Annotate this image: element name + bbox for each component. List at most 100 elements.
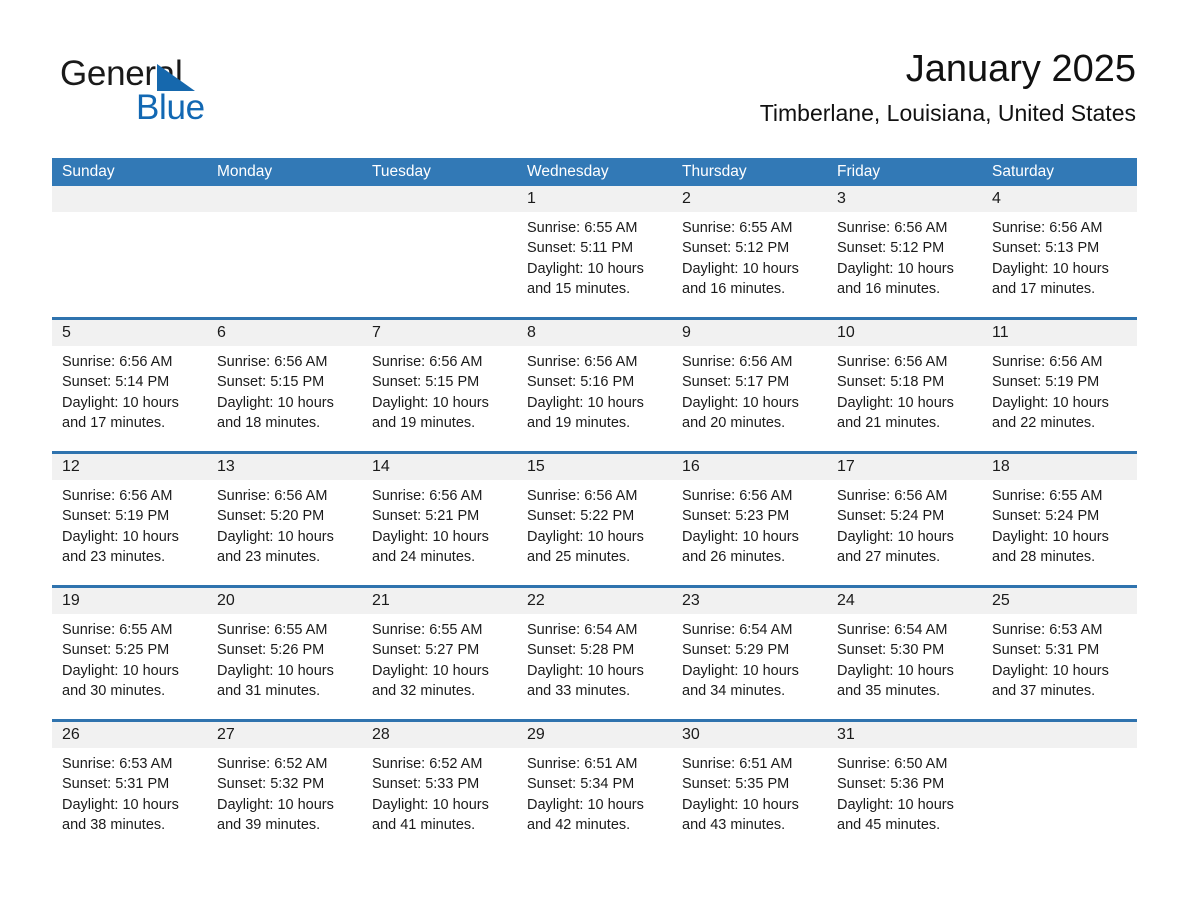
calendar-day-cell[interactable]: 8 Sunrise: 6:56 AM Sunset: 5:16 PM Daylight… (517, 320, 672, 451)
day-details (362, 212, 517, 317)
day-detail-line: Daylight: 10 hours (682, 528, 799, 545)
calendar-day-cell[interactable]: 29 Sunrise: 6:51 AM Sunset: 5:34 PM Dayligh… (517, 722, 672, 853)
generalblue-logo[interactable]: General Blue (60, 54, 330, 134)
calendar-week-cells: 26 Sunrise: 6:53 AM Sunset: 5:31 PM Dayligh… (52, 722, 1137, 853)
calendar-day-cell[interactable]: 20 Sunrise: 6:55 AM Sunset: 5:26 PM Dayligh… (207, 588, 362, 719)
calendar-day-cell[interactable]: 13 Sunrise: 6:56 AM Sunset: 5:20 PM Dayligh… (207, 454, 362, 585)
weekday-header-saturday: Saturday (992, 163, 1055, 180)
day-number-band: 8 (517, 320, 672, 346)
day-detail-line: and 35 minutes. (837, 682, 941, 699)
day-detail-line: Sunrise: 6:53 AM (992, 622, 1103, 638)
day-details: Sunrise: 6:56 AM Sunset: 5:24 PM Daylight:… (827, 480, 982, 585)
day-number-band: 22 (517, 588, 672, 614)
day-detail-line: Daylight: 10 hours (62, 394, 179, 411)
day-detail-line: Daylight: 10 hours (682, 260, 799, 277)
page-header: General Blue January 2025 Timberlane, Lo… (52, 44, 1136, 148)
day-number-band: 13 (207, 454, 362, 480)
calendar-day-cell-empty (52, 186, 207, 317)
calendar-day-cell-empty (207, 186, 362, 317)
day-details: Sunrise: 6:54 AM Sunset: 5:28 PM Daylight:… (517, 614, 672, 719)
day-details (52, 212, 207, 317)
calendar-day-cell[interactable]: 5 Sunrise: 6:56 AM Sunset: 5:14 PM Daylight… (52, 320, 207, 451)
day-number: 18 (992, 458, 1010, 475)
calendar-day-cell[interactable]: 7 Sunrise: 6:56 AM Sunset: 5:15 PM Daylight… (362, 320, 517, 451)
calendar-day-cell[interactable]: 16 Sunrise: 6:56 AM Sunset: 5:23 PM Dayligh… (672, 454, 827, 585)
day-detail-line: Sunset: 5:33 PM (372, 776, 480, 793)
day-number: 16 (682, 458, 700, 475)
day-details: Sunrise: 6:56 AM Sunset: 5:16 PM Daylight:… (517, 346, 672, 451)
calendar-day-cell[interactable]: 17 Sunrise: 6:56 AM Sunset: 5:24 PM Dayligh… (827, 454, 982, 585)
calendar-day-cell[interactable]: 27 Sunrise: 6:52 AM Sunset: 5:32 PM Dayligh… (207, 722, 362, 853)
calendar-day-cell[interactable]: 23 Sunrise: 6:54 AM Sunset: 5:29 PM Dayligh… (672, 588, 827, 719)
day-number-band: 15 (517, 454, 672, 480)
calendar-week-cells: 12 Sunrise: 6:56 AM Sunset: 5:19 PM Dayligh… (52, 454, 1137, 585)
day-detail-line: Daylight: 10 hours (62, 796, 179, 813)
weekday-header-friday: Friday (837, 163, 881, 180)
day-number-band: 9 (672, 320, 827, 346)
day-detail-line: and 42 minutes. (527, 816, 631, 833)
calendar-day-cell[interactable]: 11 Sunrise: 6:56 AM Sunset: 5:19 PM Dayligh… (982, 320, 1137, 451)
calendar-day-cell[interactable]: 14 Sunrise: 6:56 AM Sunset: 5:21 PM Dayligh… (362, 454, 517, 585)
calendar-day-cell[interactable]: 25 Sunrise: 6:53 AM Sunset: 5:31 PM Dayligh… (982, 588, 1137, 719)
day-details (207, 212, 362, 317)
day-number-band: 29 (517, 722, 672, 748)
day-detail-line: Sunrise: 6:56 AM (837, 488, 948, 504)
day-details: Sunrise: 6:56 AM Sunset: 5:12 PM Daylight:… (827, 212, 982, 317)
day-detail-line: Daylight: 10 hours (992, 260, 1109, 277)
calendar-day-cell[interactable]: 24 Sunrise: 6:54 AM Sunset: 5:30 PM Dayligh… (827, 588, 982, 719)
calendar-day-cell[interactable]: 9 Sunrise: 6:56 AM Sunset: 5:17 PM Daylight… (672, 320, 827, 451)
day-number-band: 18 (982, 454, 1137, 480)
day-detail-line: Daylight: 10 hours (217, 528, 334, 545)
day-detail-line: and 21 minutes. (837, 414, 941, 431)
day-detail-line: Sunset: 5:36 PM (837, 776, 945, 793)
day-detail-line: and 41 minutes. (372, 816, 476, 833)
calendar-day-cell-empty (982, 722, 1137, 853)
calendar-day-cell[interactable]: 30 Sunrise: 6:51 AM Sunset: 5:35 PM Dayligh… (672, 722, 827, 853)
day-detail-line: Sunset: 5:17 PM (682, 374, 790, 391)
day-detail-line: Daylight: 10 hours (992, 662, 1109, 679)
calendar-day-cell[interactable]: 31 Sunrise: 6:50 AM Sunset: 5:36 PM Dayligh… (827, 722, 982, 853)
day-details: Sunrise: 6:52 AM Sunset: 5:32 PM Daylight:… (207, 748, 362, 853)
calendar-week-row: 26 Sunrise: 6:53 AM Sunset: 5:31 PM Dayligh… (52, 719, 1137, 853)
calendar-day-cell[interactable]: 4 Sunrise: 6:56 AM Sunset: 5:13 PM Daylight… (982, 186, 1137, 317)
day-detail-line: Daylight: 10 hours (62, 528, 179, 545)
calendar-day-cell[interactable]: 22 Sunrise: 6:54 AM Sunset: 5:28 PM Dayligh… (517, 588, 672, 719)
day-number-band: 12 (52, 454, 207, 480)
day-detail-line: Sunrise: 6:55 AM (62, 622, 173, 638)
calendar-day-cell[interactable]: 1 Sunrise: 6:55 AM Sunset: 5:11 PM Daylight… (517, 186, 672, 317)
calendar-page: General Blue January 2025 Timberlane, Lo… (0, 0, 1188, 918)
day-detail-line: Sunset: 5:27 PM (372, 642, 480, 659)
day-detail-line: Sunrise: 6:56 AM (837, 354, 948, 370)
calendar-day-cell[interactable]: 26 Sunrise: 6:53 AM Sunset: 5:31 PM Dayligh… (52, 722, 207, 853)
calendar-day-cell[interactable]: 12 Sunrise: 6:56 AM Sunset: 5:19 PM Dayligh… (52, 454, 207, 585)
calendar-day-cell[interactable]: 21 Sunrise: 6:55 AM Sunset: 5:27 PM Dayligh… (362, 588, 517, 719)
day-detail-line: and 20 minutes. (682, 414, 786, 431)
calendar-day-cell[interactable]: 19 Sunrise: 6:55 AM Sunset: 5:25 PM Dayligh… (52, 588, 207, 719)
day-number: 14 (372, 458, 390, 475)
day-number: 23 (682, 592, 700, 609)
day-details: Sunrise: 6:56 AM Sunset: 5:22 PM Daylight:… (517, 480, 672, 585)
calendar-day-cell[interactable]: 18 Sunrise: 6:55 AM Sunset: 5:24 PM Dayligh… (982, 454, 1137, 585)
calendar-day-cell[interactable]: 2 Sunrise: 6:55 AM Sunset: 5:12 PM Daylight… (672, 186, 827, 317)
calendar-day-cell[interactable]: 15 Sunrise: 6:56 AM Sunset: 5:22 PM Dayligh… (517, 454, 672, 585)
day-detail-line: Daylight: 10 hours (682, 662, 799, 679)
calendar-day-cell[interactable]: 6 Sunrise: 6:56 AM Sunset: 5:15 PM Daylight… (207, 320, 362, 451)
day-number: 30 (682, 726, 700, 743)
calendar-day-cell[interactable]: 3 Sunrise: 6:56 AM Sunset: 5:12 PM Daylight… (827, 186, 982, 317)
day-details: Sunrise: 6:55 AM Sunset: 5:24 PM Daylight:… (982, 480, 1137, 585)
day-number: 9 (682, 324, 691, 341)
calendar-grid: Sunday Monday Tuesday Wednesday Thursday… (52, 158, 1137, 853)
day-details: Sunrise: 6:53 AM Sunset: 5:31 PM Daylight:… (52, 748, 207, 853)
day-detail-line: and 22 minutes. (992, 414, 1096, 431)
calendar-day-cell[interactable]: 10 Sunrise: 6:56 AM Sunset: 5:18 PM Dayligh… (827, 320, 982, 451)
day-number-band: 28 (362, 722, 517, 748)
day-detail-line: Sunrise: 6:52 AM (217, 756, 328, 772)
day-detail-line: Sunrise: 6:55 AM (992, 488, 1103, 504)
day-detail-line: Sunset: 5:22 PM (527, 508, 635, 525)
day-detail-line: Daylight: 10 hours (372, 796, 489, 813)
day-details: Sunrise: 6:56 AM Sunset: 5:19 PM Daylight:… (982, 346, 1137, 451)
calendar-day-cell[interactable]: 28 Sunrise: 6:52 AM Sunset: 5:33 PM Dayligh… (362, 722, 517, 853)
day-number: 17 (837, 458, 855, 475)
calendar-week-cells: 19 Sunrise: 6:55 AM Sunset: 5:25 PM Dayligh… (52, 588, 1137, 719)
day-number: 22 (527, 592, 545, 609)
